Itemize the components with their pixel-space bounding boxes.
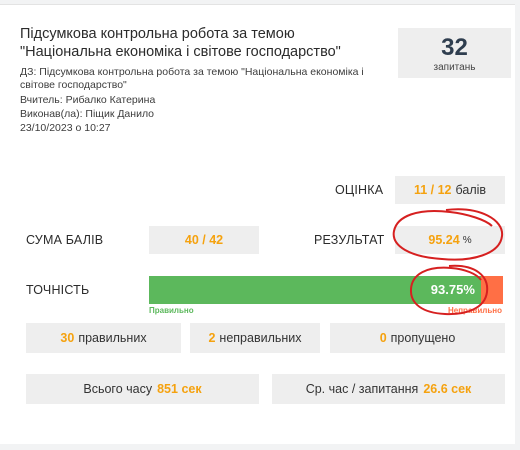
score-value: 40 / 42: [184, 233, 224, 247]
result-value: 95.24: [428, 233, 460, 247]
question-count: 32: [441, 34, 468, 61]
grade-label: ОЦІНКА: [335, 183, 384, 197]
wrong-count: 2: [208, 331, 216, 345]
skipped-count-box: 0 пропущено: [330, 323, 505, 353]
score-box: 40 / 42: [149, 226, 259, 254]
grade-unit: балів: [455, 183, 487, 197]
grade-value: 11 / 12: [413, 183, 452, 197]
result-box: 95.24 %: [395, 226, 505, 254]
accuracy-value: 93.75%: [430, 282, 475, 297]
incorrect-caption: Неправильно: [448, 306, 502, 315]
avg-time-value: 26.6 сек: [423, 382, 472, 396]
grade-box: 11 / 12 балів: [395, 176, 505, 204]
score-label: СУМА БАЛІВ: [26, 233, 104, 247]
total-time-box: Всього часу 851 сек: [26, 374, 259, 404]
result-label: РЕЗУЛЬТАТ: [314, 233, 385, 247]
correct-count-box: 30 правильних: [26, 323, 181, 353]
correct-count: 30: [60, 331, 75, 345]
question-count-box: 32 запитань: [398, 28, 511, 78]
skipped-count: 0: [379, 331, 387, 345]
accuracy-bar-fill: 93.75%: [149, 276, 481, 304]
skipped-count-label: пропущено: [390, 331, 456, 345]
homework-line: ДЗ: Підсумкова контрольна робота за темо…: [20, 66, 364, 91]
wrong-count-box: 2 неправильних: [190, 323, 320, 353]
correct-count-label: правильних: [78, 331, 147, 345]
teacher-line: Вчитель: Рибалко Катерина: [20, 94, 156, 106]
wrong-count-label: неправильних: [219, 331, 302, 345]
result-unit: %: [462, 234, 472, 246]
quiz-title: Підсумкова контрольна робота за темою "Н…: [20, 26, 341, 60]
question-count-label: запитань: [433, 62, 476, 73]
avg-time-label: Ср. час / запитання: [305, 382, 419, 396]
total-time-label: Всього часу: [83, 382, 153, 396]
avg-time-box: Ср. час / запитання 26.6 сек: [272, 374, 505, 404]
accuracy-bar: 93.75%: [149, 276, 503, 304]
date-line: 23/10/2023 о 10:27: [20, 122, 111, 134]
total-time-value: 851 сек: [157, 382, 202, 396]
correct-caption: Правильно: [149, 306, 194, 315]
accuracy-label: ТОЧНІСТЬ: [26, 283, 90, 297]
student-line: Виконав(ла): Піщик Данило: [20, 108, 155, 120]
